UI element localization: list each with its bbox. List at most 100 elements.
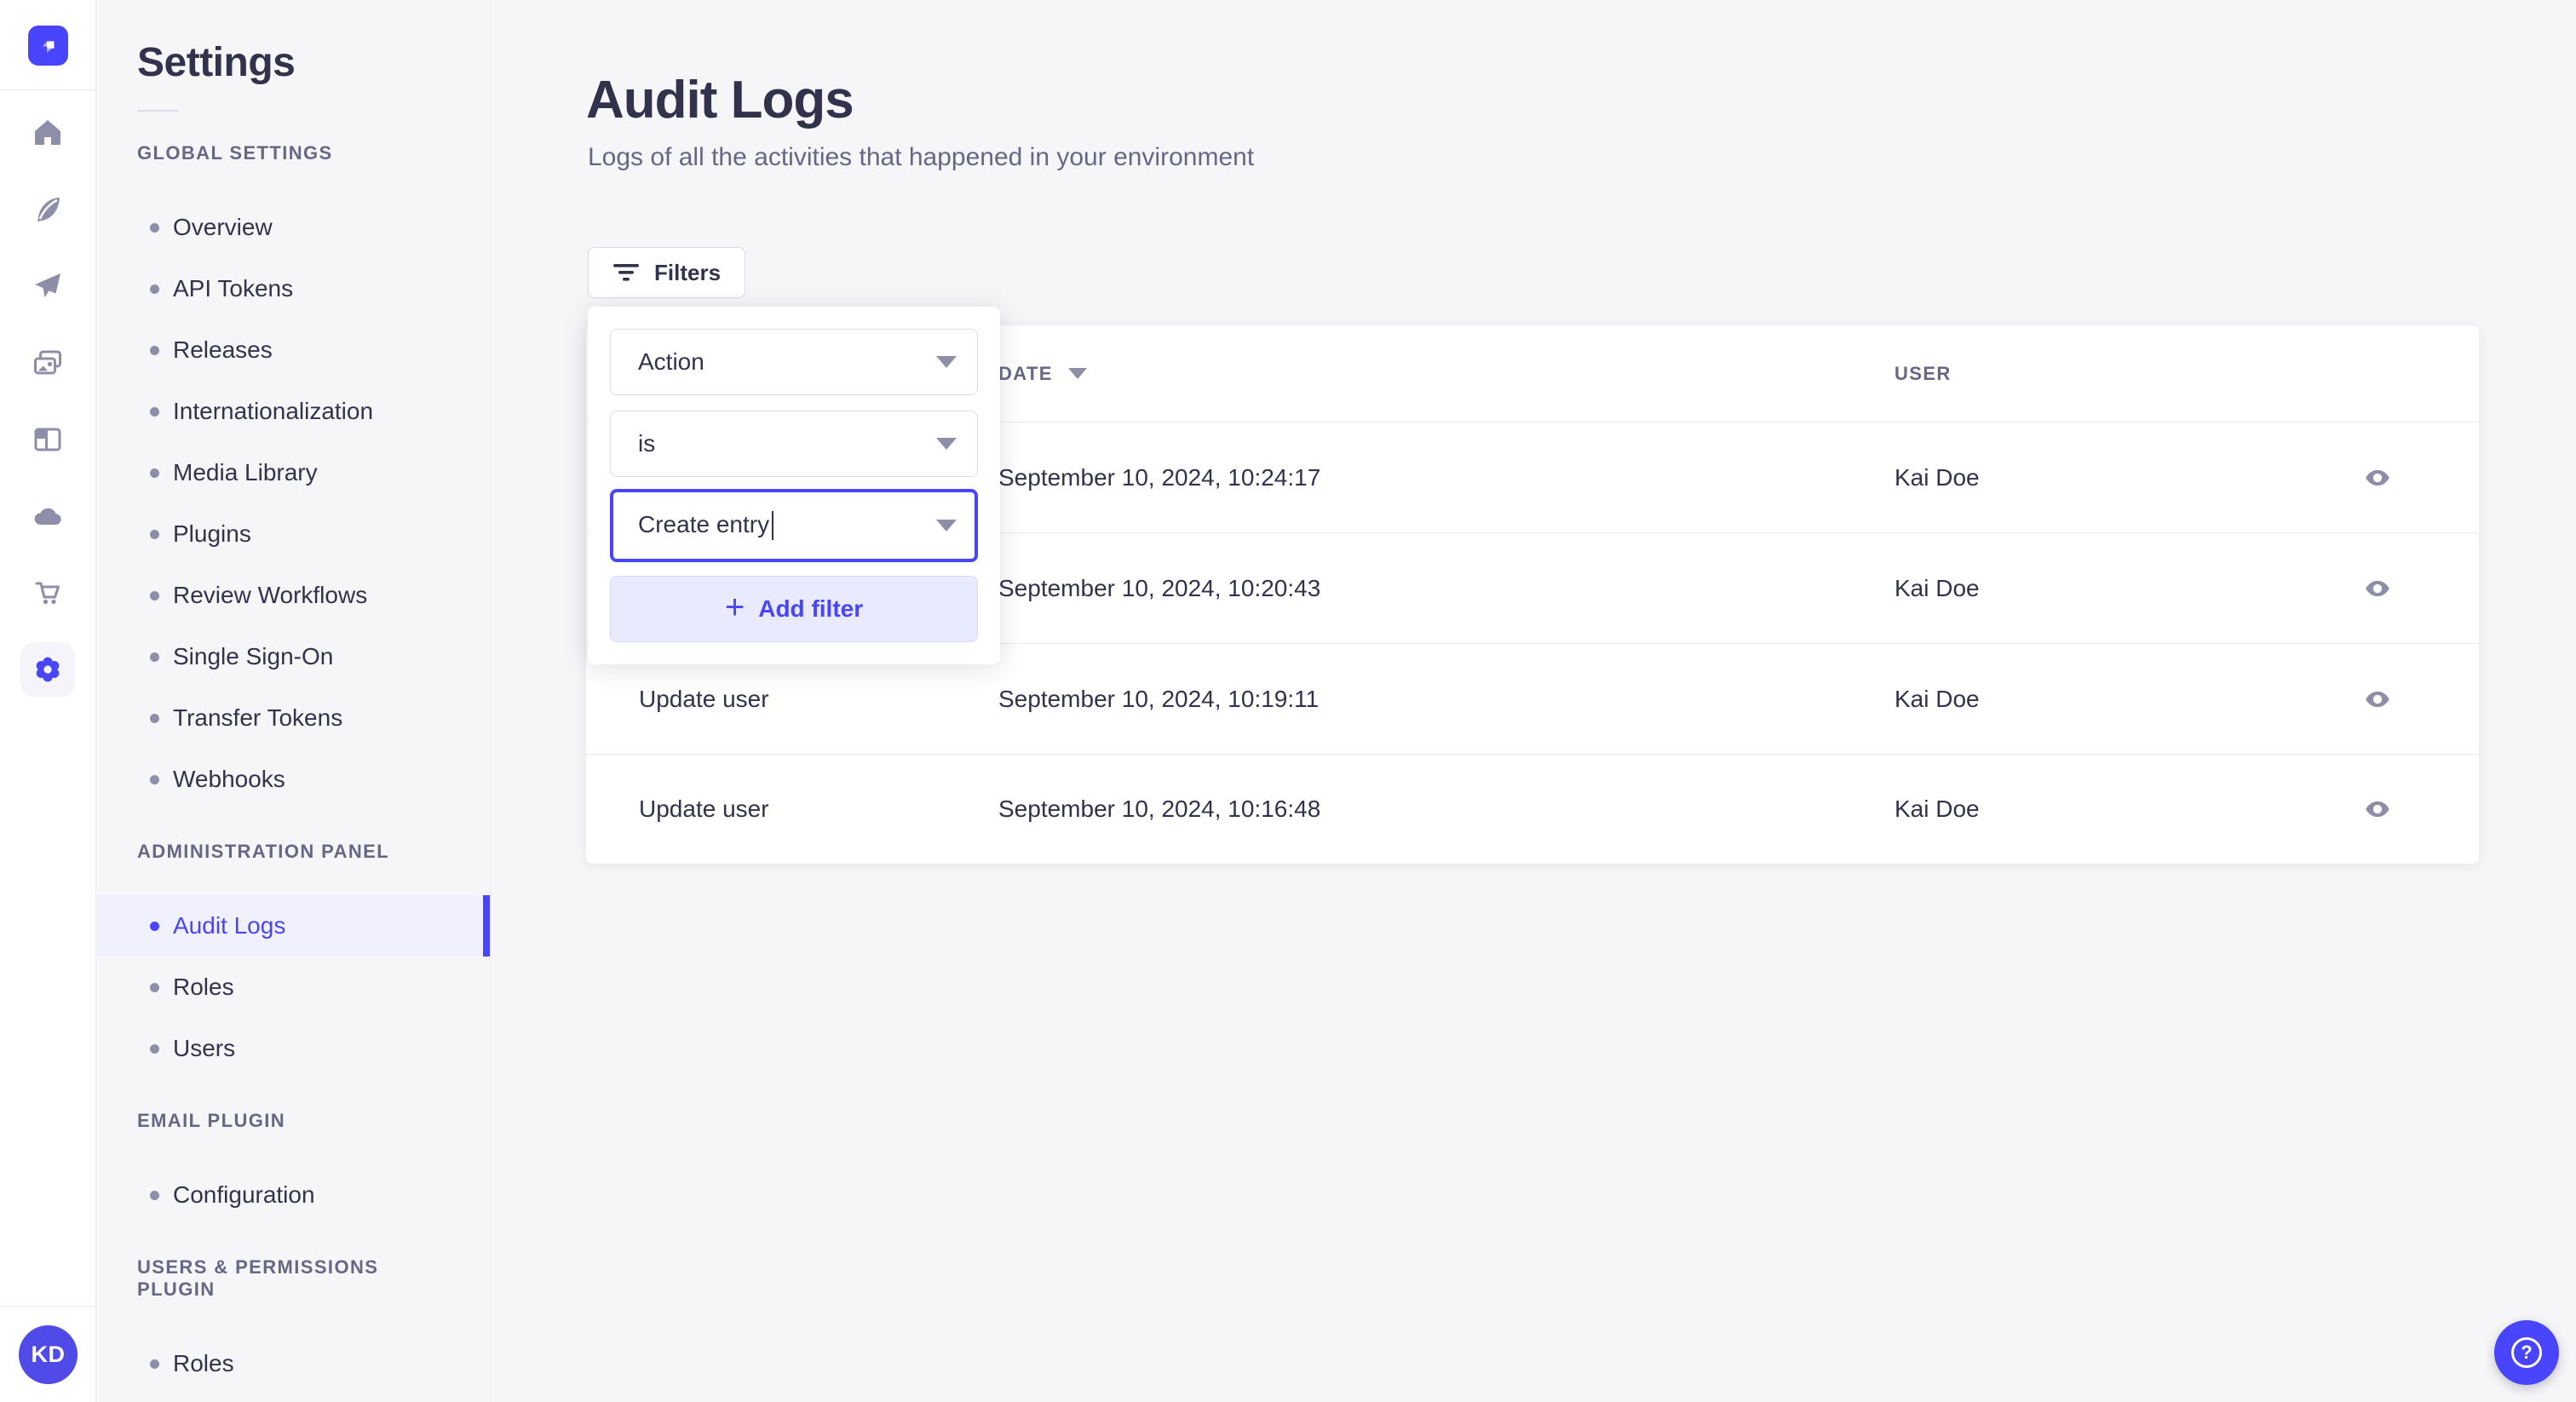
- bullet-icon: [150, 222, 159, 233]
- paper-plane-icon: [35, 273, 60, 297]
- filter-field-select[interactable]: Action: [610, 329, 978, 395]
- nav-item-label: Audit Logs: [173, 912, 286, 939]
- section-title-global-settings: GLOBAL SETTINGS: [137, 142, 333, 164]
- sidebar-item-media-library[interactable]: [20, 336, 75, 390]
- view-log-button[interactable]: [2360, 574, 2395, 603]
- chevron-down-icon: [936, 520, 957, 531]
- sidebar-item-releases[interactable]: Releases: [97, 319, 490, 381]
- page-title: Audit Logs: [586, 71, 854, 129]
- settings-gear-icon: [36, 657, 60, 682]
- nav-item-label: Review Workflows: [173, 582, 368, 608]
- sidebar-item-content-manager[interactable]: [20, 182, 75, 237]
- cell-action: Update user: [639, 796, 769, 822]
- page-subtitle: Logs of all the activities that happened…: [588, 143, 1255, 171]
- home-icon: [35, 120, 60, 145]
- bullet-icon: [150, 284, 159, 294]
- sidebar-item-single-sign-on[interactable]: Single Sign-On: [97, 626, 490, 687]
- cell-user: Kai Doe: [1895, 574, 1980, 601]
- main-content: Audit Logs Logs of all the activities th…: [492, 0, 2576, 1402]
- sidebar-item-plugins[interactable]: Plugins: [97, 503, 490, 565]
- sidebar-item-content-type-builder[interactable]: [20, 412, 75, 467]
- cell-date: September 10, 2024, 10:16:48: [998, 796, 1321, 822]
- sidebar-item-internationalization[interactable]: Internationalization: [97, 381, 490, 442]
- eye-icon: [2366, 469, 2389, 486]
- subnav-title: Settings: [137, 40, 296, 85]
- eye-icon: [2366, 691, 2389, 707]
- bullet-icon: [150, 345, 159, 355]
- sidebar-item-media-library[interactable]: Media Library: [97, 442, 490, 503]
- filter-value-combobox[interactable]: Create entry: [610, 489, 978, 562]
- chevron-down-icon: [936, 438, 957, 450]
- bullet-icon: [150, 406, 159, 417]
- nav-item-label: Roles: [173, 1350, 234, 1376]
- main-nav-rail: KD: [0, 0, 96, 1402]
- sidebar-item-home[interactable]: [20, 106, 75, 160]
- cell-action: Update user: [639, 685, 769, 712]
- feather-icon: [37, 198, 60, 221]
- view-log-button[interactable]: [2360, 795, 2395, 824]
- bullet-icon: [150, 921, 159, 931]
- column-header-user[interactable]: USER: [1895, 363, 2355, 385]
- sidebar-item-webhooks[interactable]: Webhooks: [97, 749, 490, 810]
- section-title-email-plugin: EMAIL PLUGIN: [137, 1110, 286, 1131]
- subnav-title-divider: [137, 110, 178, 112]
- bullet-icon: [150, 774, 159, 784]
- strapi-logo[interactable]: [28, 26, 68, 66]
- chevron-down-icon: [936, 356, 957, 368]
- nav-item-label: Roles: [173, 974, 234, 1000]
- bullet-icon: [150, 713, 159, 723]
- sidebar-item-api-tokens[interactable]: API Tokens: [97, 258, 490, 319]
- sidebar-item-overview[interactable]: Overview: [97, 197, 490, 258]
- media-library-icon: [34, 350, 61, 375]
- filter-field-value: Action: [638, 348, 704, 375]
- column-header-date[interactable]: DATE: [998, 363, 1895, 385]
- sidebar-item-releases[interactable]: [20, 259, 75, 313]
- view-log-button[interactable]: [2360, 685, 2395, 714]
- cell-date: September 10, 2024, 10:20:43: [998, 574, 1321, 601]
- filters-button-label: Filters: [654, 259, 722, 285]
- cell-user: Kai Doe: [1895, 463, 1980, 491]
- add-filter-label: Add filter: [758, 595, 864, 622]
- eye-icon: [2366, 801, 2389, 818]
- strapi-logo-icon: [42, 40, 54, 53]
- filter-icon: [613, 264, 639, 281]
- table-row: Update user September 10, 2024, 10:16:48…: [586, 755, 2479, 864]
- sidebar-item-review-workflows[interactable]: Review Workflows: [97, 565, 490, 626]
- view-log-button[interactable]: [2360, 463, 2395, 492]
- sidebar-item-settings[interactable]: [20, 642, 75, 697]
- sidebar-item-email-configuration[interactable]: Configuration: [97, 1164, 490, 1226]
- nav-item-label: Releases: [173, 336, 273, 363]
- nav-item-label: Configuration: [173, 1181, 315, 1208]
- cart-icon: [35, 582, 60, 605]
- bullet-icon: [150, 529, 159, 539]
- filter-operator-select[interactable]: is: [610, 411, 978, 477]
- sort-descending-icon[interactable]: [1067, 368, 1087, 379]
- nav-item-label: Internationalization: [173, 398, 374, 424]
- add-filter-button[interactable]: + Add filter: [610, 576, 978, 642]
- cell-user: Kai Doe: [1895, 685, 1980, 712]
- filters-button[interactable]: Filters: [588, 247, 746, 298]
- user-avatar[interactable]: KD: [19, 1325, 78, 1384]
- help-button[interactable]: ?: [2494, 1320, 2559, 1385]
- sidebar-item-marketplace[interactable]: [20, 566, 75, 620]
- sidebar-item-audit-logs[interactable]: Audit Logs: [97, 895, 490, 957]
- bullet-icon: [150, 468, 159, 478]
- column-header-date-label: DATE: [998, 362, 1053, 384]
- nav-item-label: Media Library: [173, 459, 318, 486]
- sidebar-item-admin-roles[interactable]: Roles: [97, 957, 490, 1018]
- rail-divider-top: [0, 89, 95, 90]
- bullet-icon: [150, 1190, 159, 1200]
- settings-subnav: Settings GLOBAL SETTINGS Overview API To…: [97, 0, 491, 1402]
- sidebar-item-admin-users[interactable]: Users: [97, 1018, 490, 1079]
- filter-operator-value: is: [638, 430, 656, 457]
- cell-user: Kai Doe: [1895, 796, 1980, 822]
- section-title-users-permissions-plugin: USERS & PERMISSIONS PLUGIN: [137, 1256, 379, 1300]
- nav-item-label: Single Sign-On: [173, 643, 334, 669]
- nav-item-label: API Tokens: [173, 275, 294, 302]
- sidebar-item-transfer-tokens[interactable]: Transfer Tokens: [97, 687, 490, 749]
- sidebar-item-up-providers[interactable]: Providers: [97, 1394, 490, 1402]
- question-mark-icon: ?: [2511, 1337, 2542, 1368]
- sidebar-item-up-roles[interactable]: Roles: [97, 1333, 490, 1394]
- nav-item-label: Overview: [173, 214, 273, 240]
- sidebar-item-deploy[interactable]: [20, 489, 75, 543]
